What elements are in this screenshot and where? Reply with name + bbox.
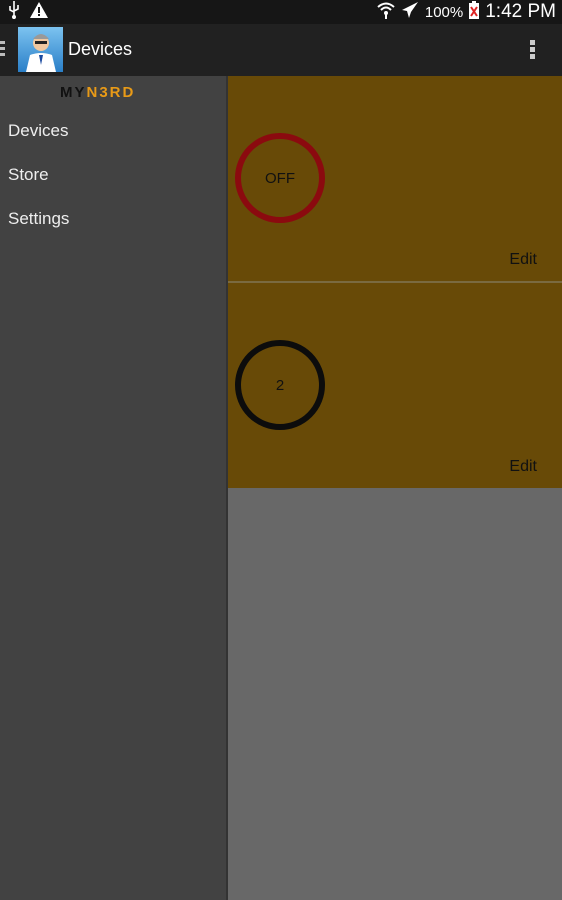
- device-status-label: 2: [275, 376, 285, 394]
- mynerd-logo: MYN3RD: [60, 84, 136, 101]
- edit-button[interactable]: Edit: [509, 458, 537, 476]
- page-title: Devices: [68, 39, 133, 59]
- device-status-label: OFF: [265, 169, 295, 187]
- overflow-menu-icon[interactable]: [530, 40, 535, 61]
- drawer-item-store[interactable]: Store: [8, 165, 49, 185]
- navigation-drawer: MYN3RD Devices Store Settings: [0, 76, 226, 900]
- edit-button[interactable]: Edit: [509, 251, 537, 269]
- drawer-item-devices[interactable]: Devices: [8, 121, 68, 141]
- usb-icon: [8, 0, 20, 24]
- battery-icon: [469, 1, 480, 23]
- wifi-icon: [377, 1, 395, 23]
- device-card[interactable]: 2 Edit: [228, 283, 562, 488]
- battery-percent: 100%: [424, 3, 464, 21]
- status-bar: 100% 1:42 PM: [0, 0, 562, 24]
- airplane-mode-icon: [401, 1, 419, 23]
- drawer-item-settings[interactable]: Settings: [8, 209, 69, 229]
- warning-icon: [30, 1, 48, 23]
- device-status-ring[interactable]: 2: [235, 340, 325, 430]
- device-status-ring[interactable]: OFF: [235, 133, 325, 223]
- action-bar: Devices: [0, 24, 562, 76]
- app-avatar-icon[interactable]: [18, 27, 63, 72]
- drawer-toggle-icon[interactable]: [0, 41, 5, 59]
- clock: 1:42 PM: [485, 1, 556, 22]
- device-card[interactable]: OFF Edit: [228, 76, 562, 281]
